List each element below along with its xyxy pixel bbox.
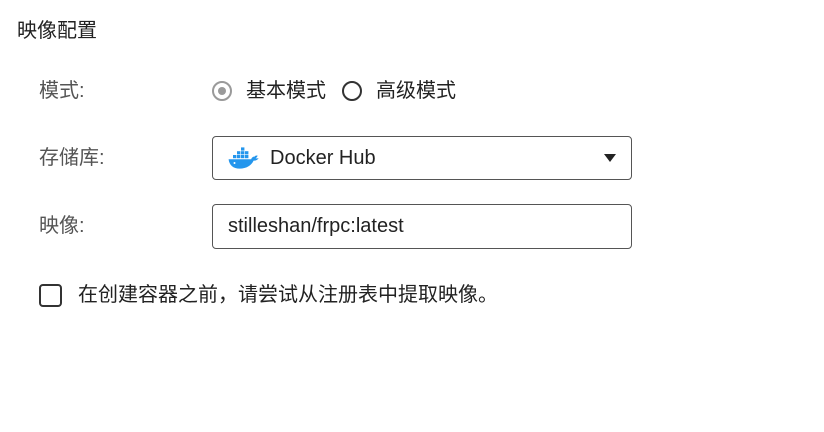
image-config-panel: 映像配置 模式: 基本模式 高级模式 存储库: Docker Hub 映像: s… [0, 0, 824, 432]
section-title: 映像配置 [17, 20, 97, 42]
image-label: 映像: [39, 215, 85, 237]
pull-image-option[interactable]: 在创建容器之前，请尝试从注册表中提取映像。 [39, 282, 498, 308]
pull-image-checkbox[interactable] [39, 283, 62, 307]
image-input[interactable] [212, 204, 632, 249]
radio-advanced-mode[interactable]: 高级模式 [342, 78, 456, 104]
mode-radio-group: 基本模式 高级模式 [212, 77, 456, 105]
docker-whale-icon [228, 147, 259, 169]
radio-basic-mode[interactable]: 基本模式 [212, 78, 326, 104]
pull-image-checkbox-label: 在创建容器之前，请尝试从注册表中提取映像。 [78, 284, 498, 306]
repository-select[interactable]: Docker Hub [212, 136, 632, 180]
radio-checked-icon[interactable] [212, 81, 232, 101]
radio-unchecked-icon[interactable] [342, 81, 362, 101]
mode-label: 模式: [39, 80, 85, 102]
radio-advanced-mode-label: 高级模式 [376, 80, 456, 102]
repository-label: 存储库: [39, 147, 105, 169]
repository-select-value: Docker Hub [270, 147, 376, 169]
radio-basic-mode-label: 基本模式 [246, 80, 326, 102]
caret-down-icon[interactable] [604, 154, 616, 162]
